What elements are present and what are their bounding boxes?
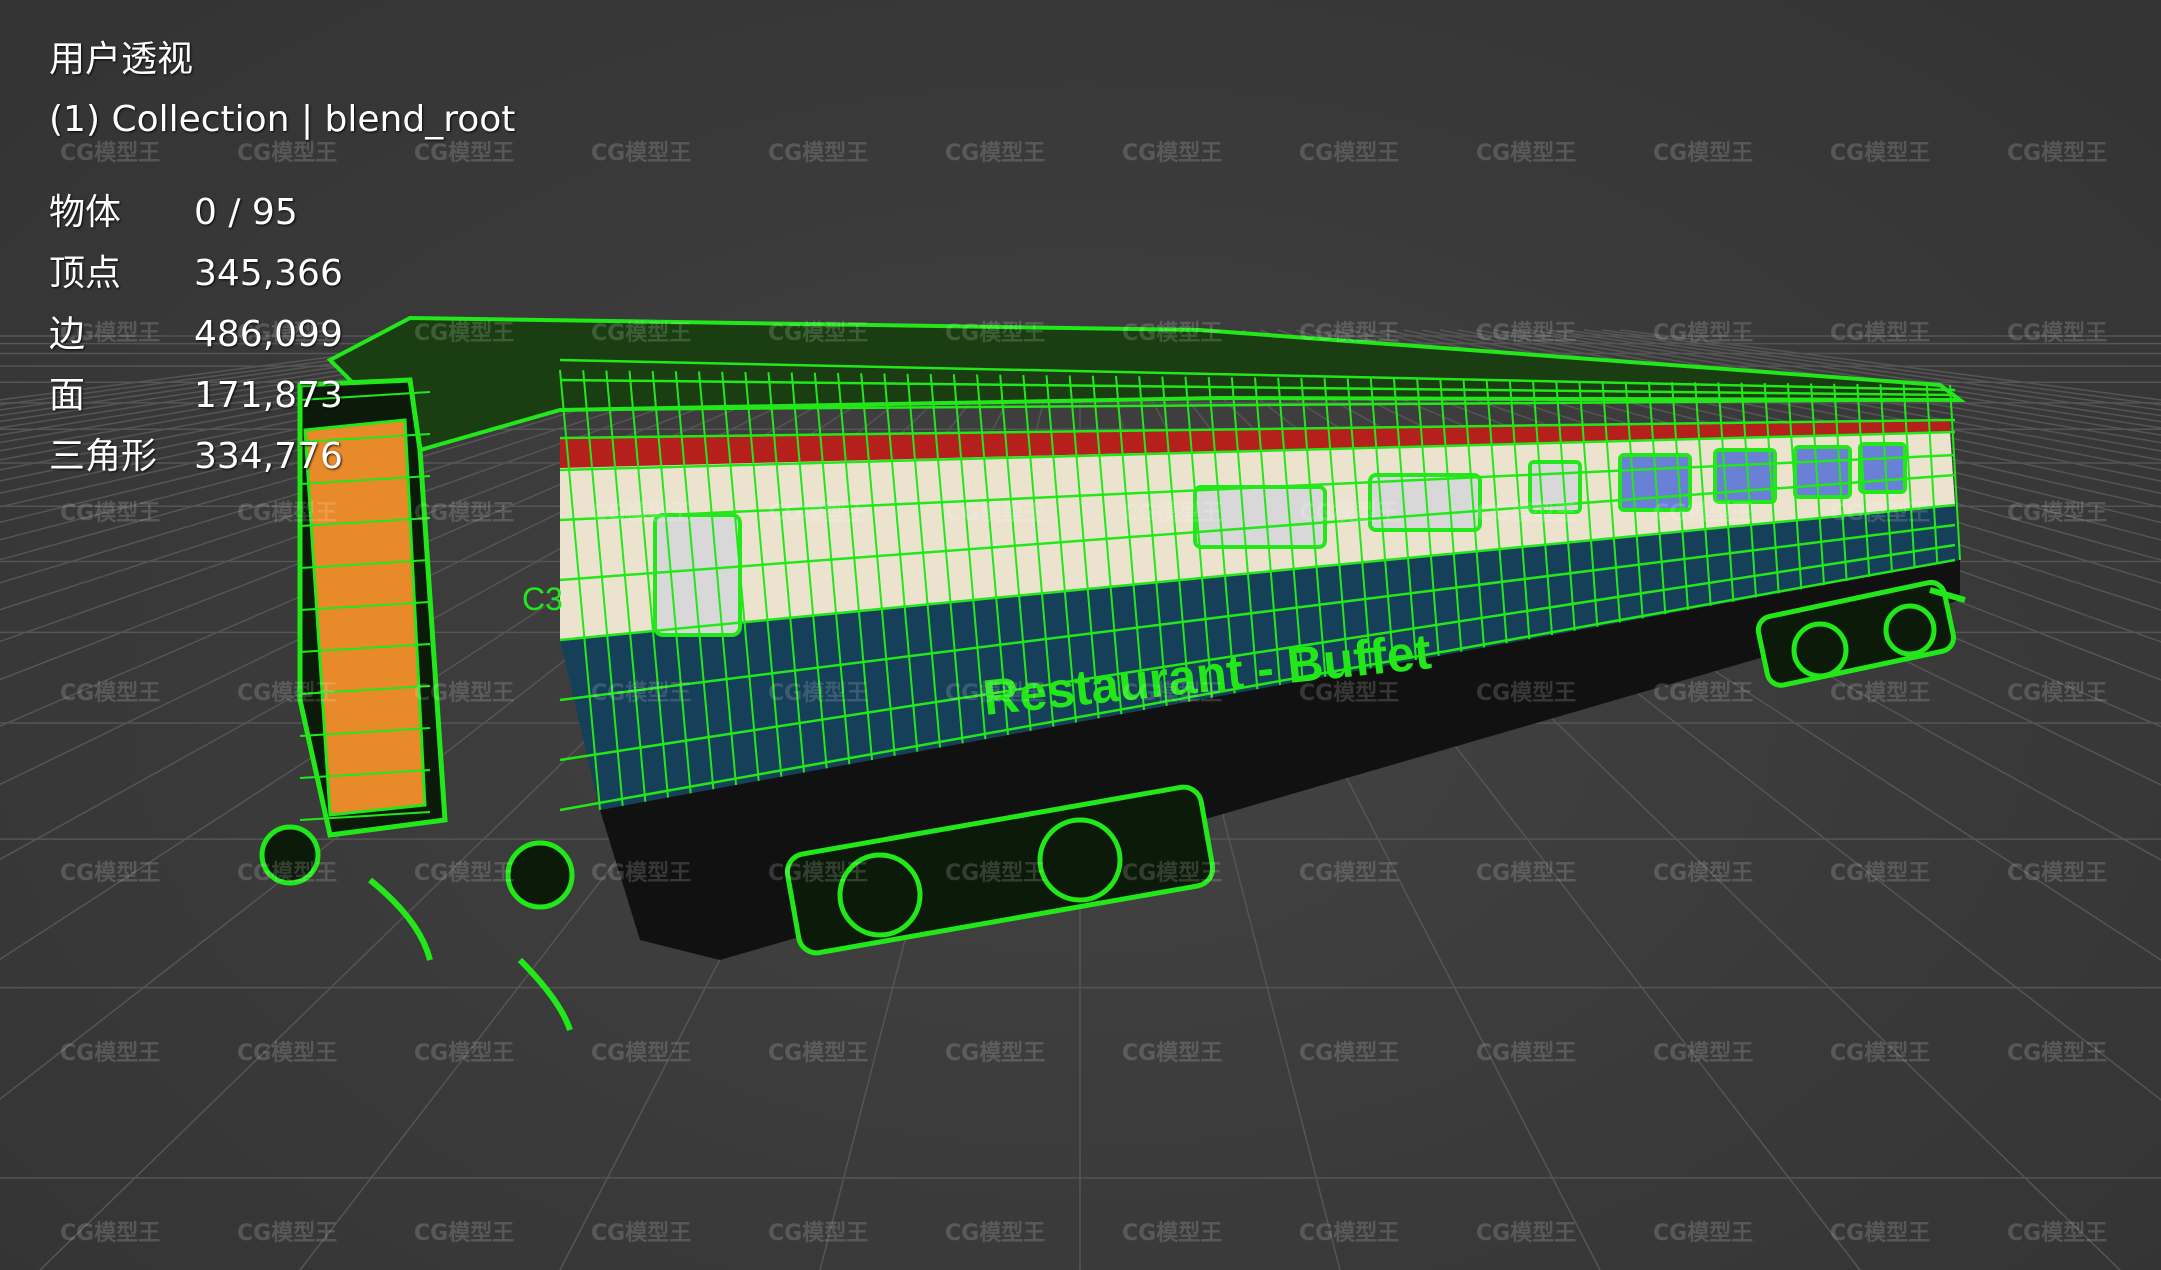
viewport-info-overlay: 用户透视 (1) Collection | blend_root 物体 0 / … xyxy=(49,36,515,487)
stat-label: 物体 xyxy=(49,192,122,233)
stat-value: 345,366 xyxy=(194,253,343,294)
stat-label: 顶点 xyxy=(49,253,122,294)
stat-row-edges: 边 486,099 xyxy=(49,304,515,365)
stat-label: 面 xyxy=(49,375,86,416)
stat-value: 334,776 xyxy=(194,436,343,477)
train-coach-model[interactable]: Restaurant - Buffet C3 xyxy=(259,315,1967,1031)
stat-value: 171,873 xyxy=(194,375,343,416)
coach-code: C3 xyxy=(522,581,563,617)
collection-label: (1) Collection | blend_root xyxy=(49,99,516,140)
stat-label: 边 xyxy=(49,314,86,355)
stat-value: 486,099 xyxy=(194,314,343,355)
3d-viewport[interactable]: Restaurant - Buffet C3 CG模型王 CG模型王 CG模型王 CG… xyxy=(0,0,2161,1270)
stat-row-triangles: 三角形 334,776 xyxy=(49,426,515,487)
stat-label: 三角形 xyxy=(49,436,158,477)
stat-row-objects: 物体 0 / 95 xyxy=(49,182,515,243)
stat-row-vertices: 顶点 345,366 xyxy=(49,243,515,304)
stat-value: 0 / 95 xyxy=(194,192,298,233)
stat-row-faces: 面 171,873 xyxy=(49,365,515,426)
view-name: 用户透视 xyxy=(49,39,194,80)
scene-statistics: 物体 0 / 95 顶点 345,366 边 486,099 面 171,873… xyxy=(49,182,515,487)
